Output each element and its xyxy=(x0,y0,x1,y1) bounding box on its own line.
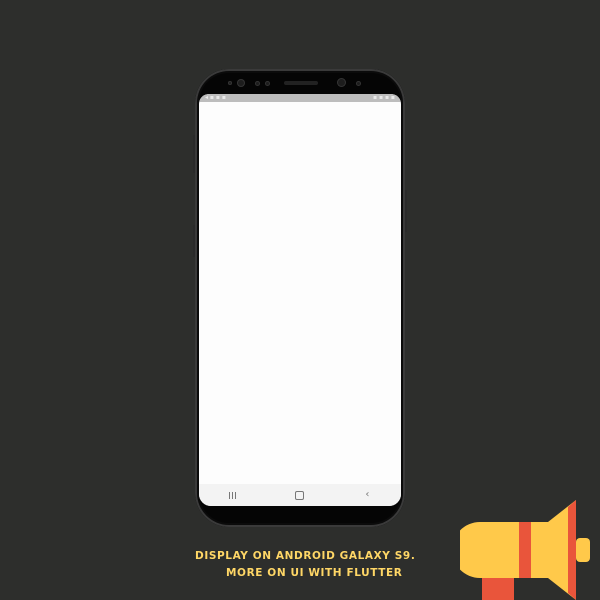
home-icon xyxy=(295,490,305,500)
recents-button[interactable] xyxy=(223,487,243,503)
status-icons-left: ◂ ▪ ▪ ▪ xyxy=(205,94,226,101)
caption: DISPLAY ON ANDROID GALAXY S9. MORE ON UI… xyxy=(195,548,425,582)
status-icons-right: ▪ ▪ ▪ ▪ xyxy=(373,94,395,101)
iris-scanner-icon xyxy=(337,78,346,87)
back-icon: ‹ xyxy=(365,489,370,500)
recents-icon xyxy=(229,491,237,499)
power-button xyxy=(405,190,407,232)
notification-led xyxy=(265,81,270,86)
earpiece-speaker xyxy=(284,81,318,85)
proximity-sensor xyxy=(228,81,232,85)
front-camera-icon xyxy=(237,79,245,87)
back-button[interactable]: ‹ xyxy=(357,487,377,503)
light-sensor xyxy=(255,81,260,86)
home-button[interactable] xyxy=(290,487,310,503)
navigation-bar: ‹ xyxy=(199,484,401,506)
status-bar: ◂ ▪ ▪ ▪ ▪ ▪ ▪ ▪ xyxy=(199,94,401,102)
phone-screen[interactable]: ◂ ▪ ▪ ▪ ▪ ▪ ▪ ▪ ‹ xyxy=(199,94,401,506)
caption-line-1: DISPLAY ON ANDROID GALAXY S9. xyxy=(195,550,416,562)
caption-line-2: MORE ON UI WITH FLUTTER xyxy=(226,567,403,579)
megaphone-icon xyxy=(460,500,590,600)
iris-led xyxy=(356,81,361,86)
app-promo-canvas: ◂ ▪ ▪ ▪ ▪ ▪ ▪ ▪ ‹ DISPLAY ON ANDROID GAL… xyxy=(0,0,600,600)
